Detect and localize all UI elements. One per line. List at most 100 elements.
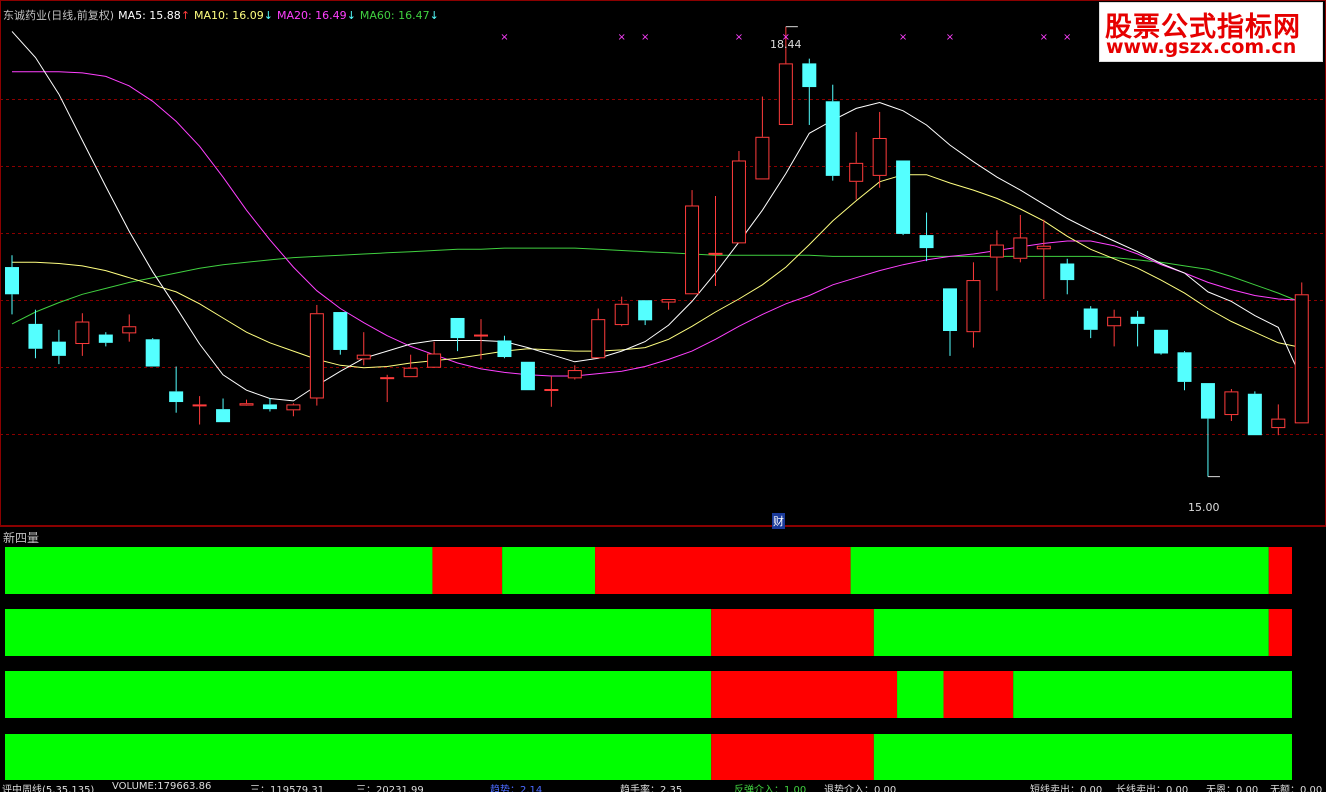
finance-marker-icon[interactable]: 财 [772, 513, 785, 529]
indicator-segment [432, 547, 503, 594]
candle-body [474, 334, 488, 337]
indicator-value-bar: 评中周线(5,35,135) VOLUME:179663.86 三：119579… [0, 781, 1326, 792]
candle-body [825, 101, 840, 176]
candle-body [966, 280, 981, 333]
watermark-logo: 股票公式指标网 www.gszx.com.cn [1099, 2, 1323, 62]
candle-body [380, 377, 395, 380]
high-price-label: 18.44 [770, 38, 802, 51]
candle [872, 111, 887, 188]
indicator-strip-row [5, 547, 1292, 594]
candle-body [872, 137, 887, 176]
signal-mark-icon: × [500, 32, 508, 43]
candle-body [356, 354, 371, 360]
indicator-segment [5, 734, 712, 780]
candle [216, 398, 231, 423]
candle [75, 313, 90, 356]
indicator-title: 新四量 [3, 531, 40, 545]
candle [1224, 389, 1239, 421]
candle-body [731, 160, 746, 244]
indicator-segment [873, 734, 1292, 780]
candle-body [169, 391, 184, 403]
indicator-strip-row [5, 671, 1292, 718]
candle-body [1060, 263, 1075, 281]
ma60-line [11, 247, 1302, 325]
candle [919, 212, 934, 262]
candle [825, 84, 840, 181]
ma10-line [12, 174, 1302, 369]
price-gridlines [0, 99, 1326, 435]
candle [802, 58, 817, 125]
candle-body [122, 326, 137, 334]
candle-body [520, 361, 535, 391]
bottom-item: 无额：0.00 [1270, 785, 1323, 792]
chart-legend: 东诚药业(日线,前复权) MA5: 15.88↑ MA10: 16.09↓ MA20:… [3, 7, 443, 23]
candle [896, 160, 911, 236]
candle [286, 403, 301, 417]
candle [28, 309, 43, 359]
candle-body [28, 323, 43, 349]
ma20-arrow-icon: ↓ [346, 9, 356, 22]
candle-body [919, 235, 934, 249]
candlesticks[interactable] [5, 26, 1309, 477]
signal-mark-icon: × [946, 32, 954, 43]
ma5-value: MA5: 15.88 [118, 9, 181, 22]
candle-body [755, 136, 770, 180]
indicator-segment [711, 671, 898, 718]
indicator-segment [595, 547, 851, 594]
candle [403, 354, 418, 378]
bottom-item: 趋手率：2.35 [620, 785, 683, 792]
indicator-strip-row [5, 734, 1292, 780]
candle-body [661, 299, 676, 303]
candle [450, 317, 465, 352]
candle [849, 132, 864, 200]
candle-body [145, 339, 160, 367]
candle-body [98, 334, 113, 343]
bottom-item: 三：20231.99 [356, 785, 424, 792]
candle [661, 299, 676, 310]
indicator-segment [5, 671, 712, 718]
signal-mark-icon: × [641, 32, 649, 43]
candle-body [1013, 237, 1028, 259]
indicator-segment [711, 734, 874, 780]
bottom-item: 无恩：0.00 [1206, 785, 1259, 792]
indicator-segment [1268, 609, 1292, 656]
candle [169, 366, 184, 413]
indicator-segment [1268, 547, 1292, 594]
ma20-line [12, 71, 1302, 377]
candle [122, 314, 137, 342]
candle [1060, 258, 1075, 295]
ma10-value: MA10: 16.09 [194, 9, 264, 22]
indicator-segment [850, 547, 1269, 594]
candle [1177, 351, 1192, 391]
candle-body [75, 321, 90, 345]
stock-title: 东诚药业(日线,前复权) [3, 9, 115, 22]
low-price-label: 15.00 [1188, 501, 1220, 514]
indicator-segment [502, 547, 596, 594]
candle [380, 374, 395, 403]
signal-mark-icon: × [1040, 32, 1048, 43]
candle-body [192, 404, 207, 407]
chart-frame: × × × × × × × × × [0, 0, 1326, 780]
bottom-item: 反弹介入：1.00 [734, 785, 807, 792]
candle [1036, 219, 1051, 300]
candle [333, 312, 348, 355]
candle-body [1083, 308, 1098, 330]
candle [98, 332, 113, 347]
moving-average-lines [11, 31, 1303, 402]
candle [1271, 404, 1286, 436]
candle [544, 375, 559, 407]
indicator-segment [897, 671, 944, 718]
candle-body [778, 63, 793, 125]
indicator-segment [5, 547, 433, 594]
indicator-segment [1013, 671, 1292, 718]
candle-body [943, 288, 957, 331]
bottom-item: 三：119579.31 [250, 785, 325, 792]
candle-body [1154, 329, 1169, 354]
indicator-strip-row [5, 609, 1292, 656]
ma5-line [11, 31, 1303, 402]
candle [239, 399, 254, 406]
candle [309, 304, 324, 406]
candle-body [1177, 352, 1192, 382]
ma60-arrow-icon: ↓ [429, 9, 439, 22]
candle [5, 255, 19, 315]
